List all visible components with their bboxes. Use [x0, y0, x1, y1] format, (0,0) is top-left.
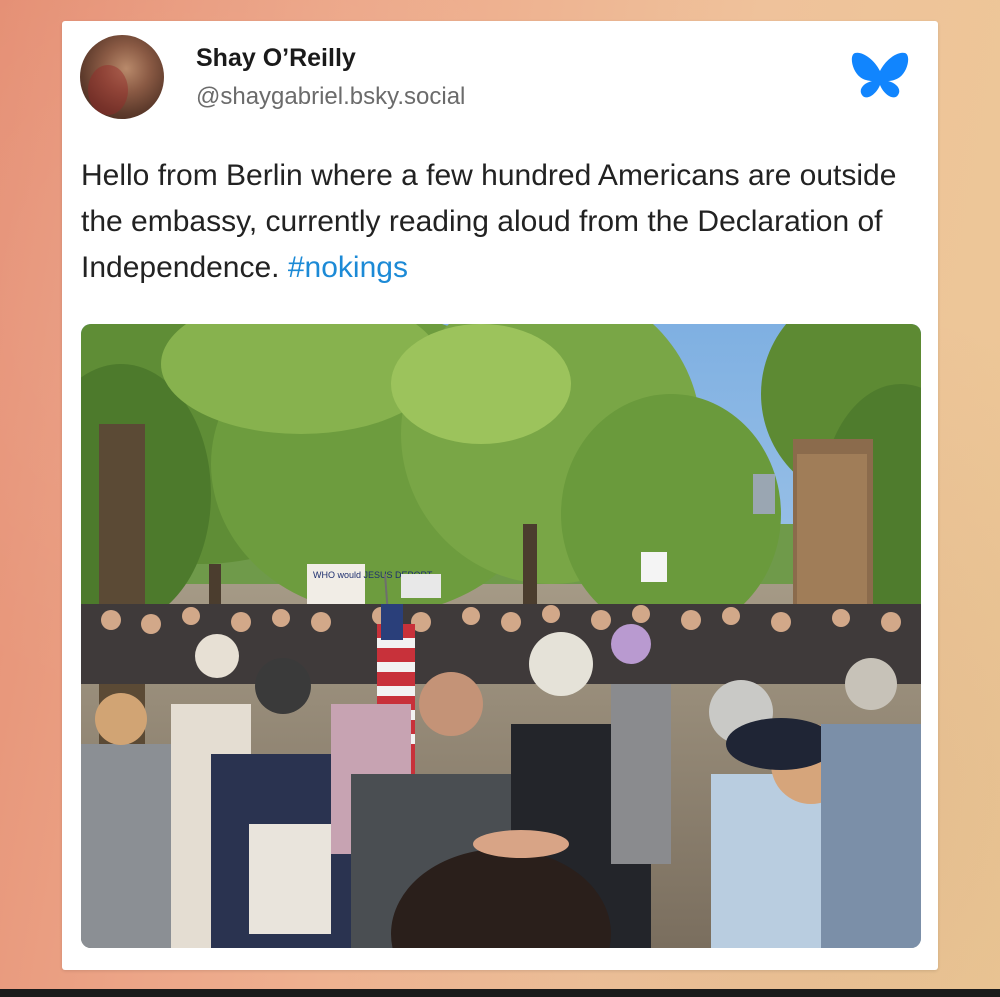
post-text: Hello from Berlin where a few hundred Am… [81, 159, 897, 284]
author-display-name[interactable]: Shay O’Reilly [196, 44, 356, 73]
avatar-shade [88, 65, 128, 115]
author-avatar[interactable] [80, 35, 164, 119]
protest-crowd-photo: WHO would JESUS DEPORT [81, 324, 921, 948]
post-photo[interactable]: WHO would JESUS DEPORT [81, 324, 921, 948]
post-body: Hello from Berlin where a few hundred Am… [81, 153, 931, 291]
bottom-edge [0, 989, 1000, 997]
bluesky-butterfly-icon [851, 52, 909, 98]
author-handle[interactable]: @shaygabriel.bsky.social [196, 83, 465, 111]
post-card: Shay O’Reilly @shaygabriel.bsky.social H… [62, 21, 938, 970]
hashtag-link[interactable]: #nokings [288, 251, 408, 284]
